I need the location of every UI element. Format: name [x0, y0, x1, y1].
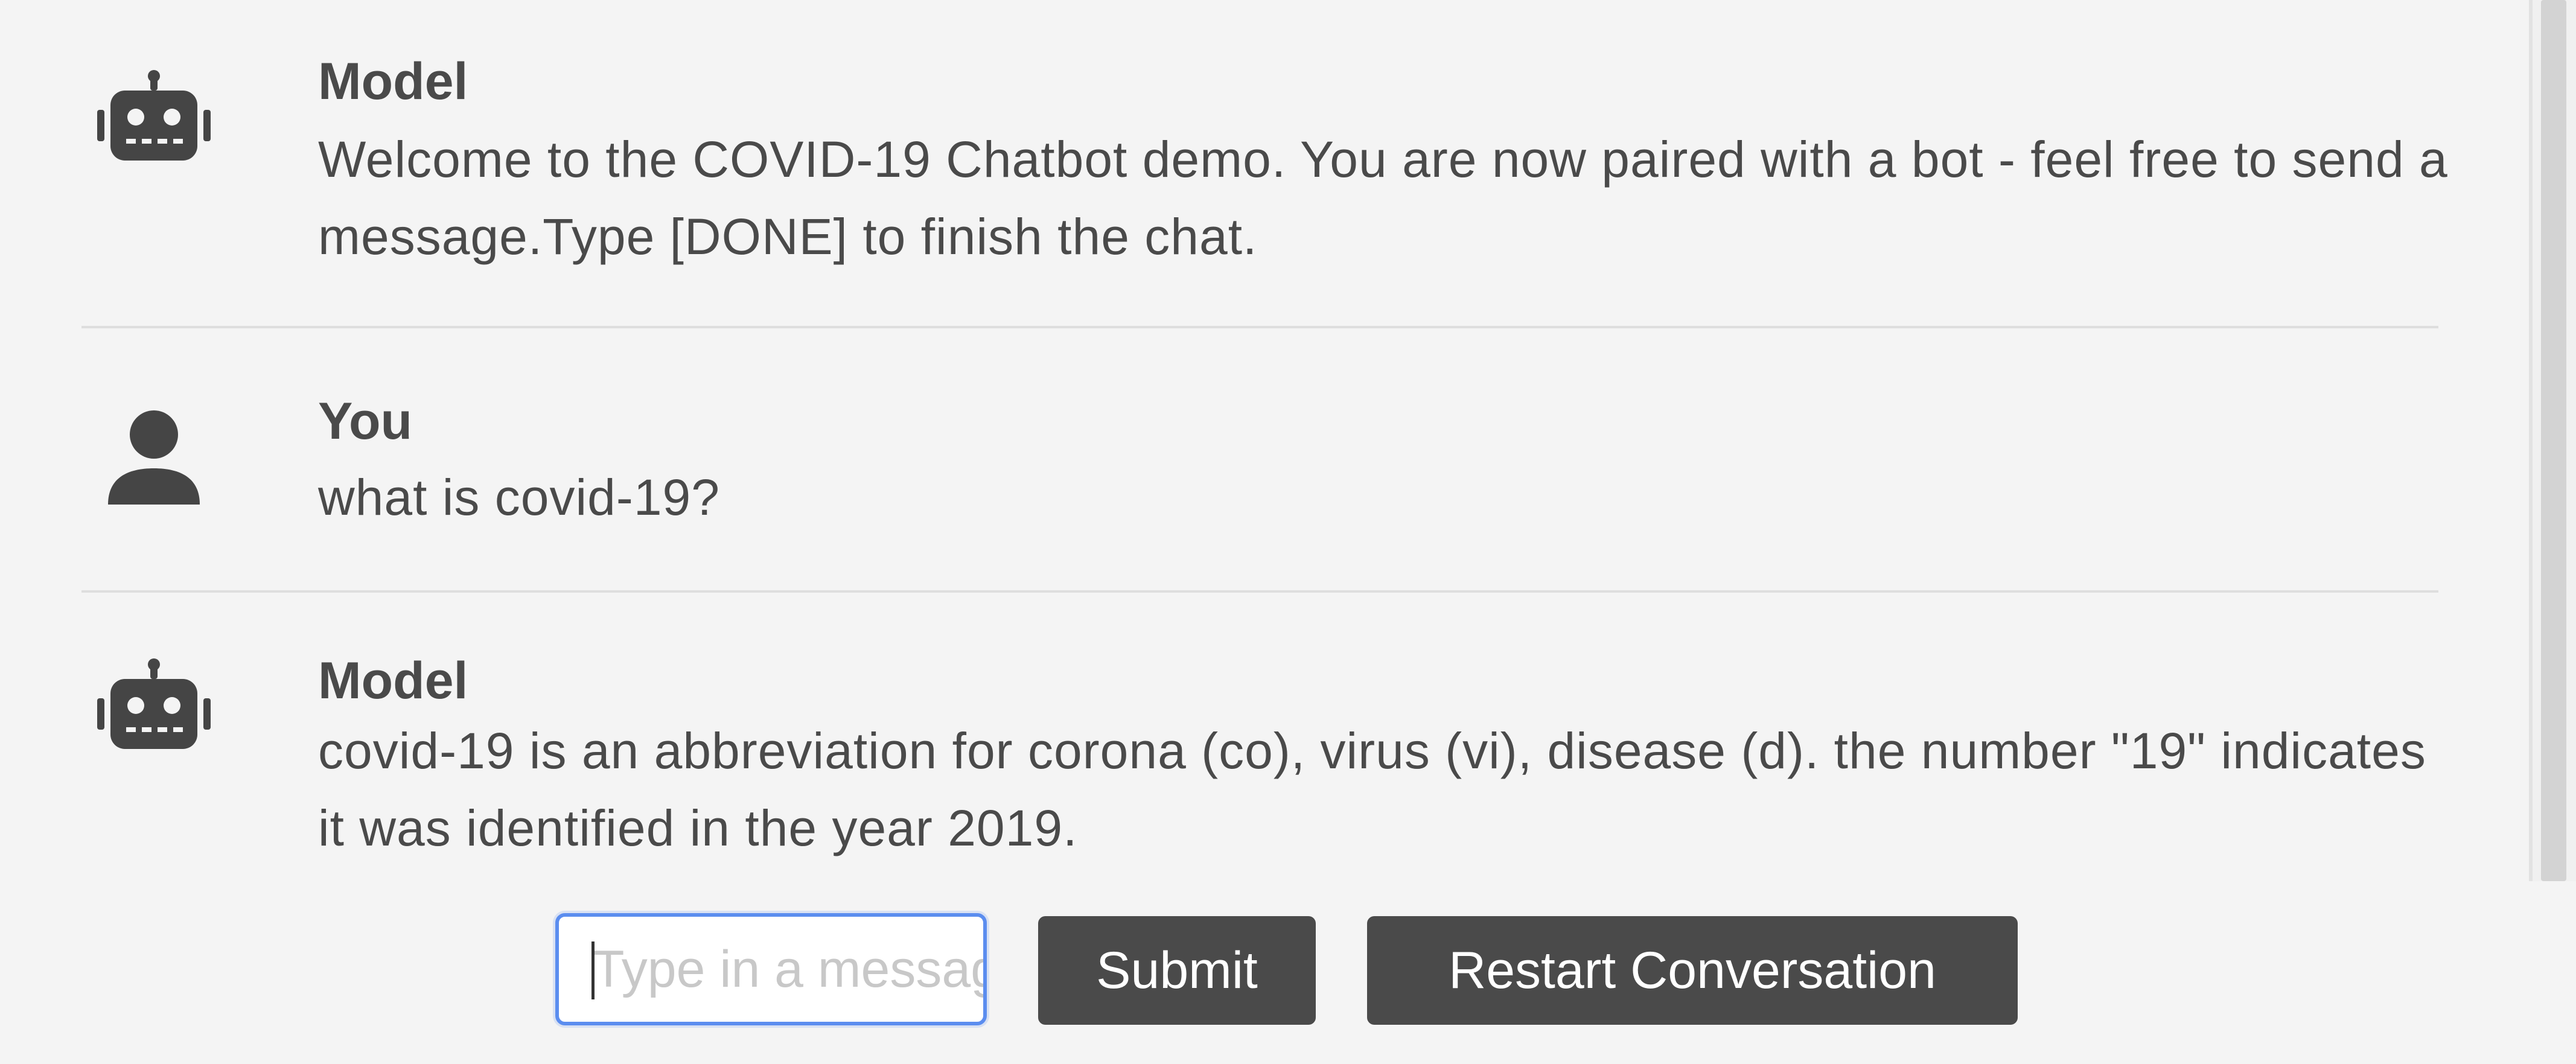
chat-history: Model Welcome to the COVID-19 Chatbot de… [0, 0, 2529, 881]
robot-icon [94, 655, 214, 776]
message-input[interactable] [555, 913, 987, 1025]
scrollbar-border [2529, 0, 2533, 881]
message-sender: You [318, 392, 413, 450]
message-sender: Model [318, 652, 468, 710]
message-text: what is covid-19? [318, 469, 720, 526]
user-icon [94, 398, 214, 519]
robot-icon [94, 66, 214, 187]
scrollbar-thumb[interactable] [2541, 0, 2566, 881]
text-caret [591, 941, 595, 999]
chat-app: Model Welcome to the COVID-19 Chatbot de… [0, 0, 2576, 1064]
restart-conversation-button[interactable]: Restart Conversation [1367, 916, 2018, 1025]
message-sender: Model [318, 53, 468, 110]
chat-message-user: You what is covid-19? [81, 326, 2438, 591]
chat-message-bot: Model Welcome to the COVID-19 Chatbot de… [81, 0, 2447, 326]
message-text: Welcome to the COVID-19 Chatbot demo. Yo… [318, 131, 2448, 265]
submit-button[interactable]: Submit [1038, 916, 1316, 1025]
composer-bar: Submit Restart Conversation [0, 881, 2576, 1064]
message-text: covid-19 is an abbreviation for corona (… [318, 722, 2426, 856]
chat-message-bot: Model covid-19 is an abbreviation for co… [81, 591, 2438, 881]
